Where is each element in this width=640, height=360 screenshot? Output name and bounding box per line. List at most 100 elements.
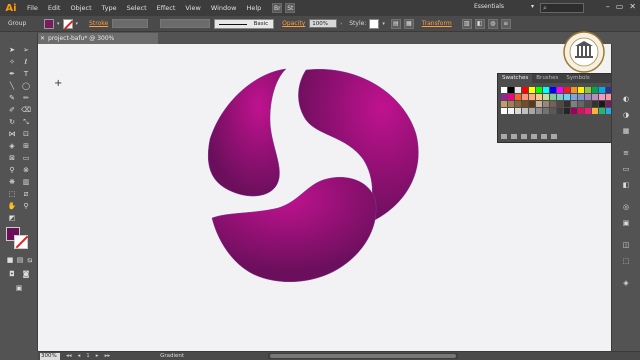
recolor-icon[interactable]: ◍: [487, 18, 498, 29]
chevron-down-icon[interactable]: ▾: [382, 21, 385, 27]
type-tool-icon[interactable]: T: [20, 69, 32, 79]
menu-edit[interactable]: Edit: [43, 4, 66, 12]
swatch-49[interactable]: [508, 108, 514, 114]
swatch-8[interactable]: [557, 87, 563, 93]
close-icon[interactable]: ✕: [40, 33, 45, 44]
width-tool-icon[interactable]: ⋈: [6, 129, 18, 139]
swatch-54[interactable]: [543, 108, 549, 114]
last-artboard-button[interactable]: ▸▸: [105, 353, 111, 359]
maximize-button[interactable]: ▭: [616, 2, 624, 11]
previous-artboard-button[interactable]: ◂: [78, 353, 81, 359]
swatch-3[interactable]: [522, 87, 528, 93]
zoom-field[interactable]: 300%: [40, 352, 60, 360]
menu-effect[interactable]: Effect: [152, 4, 181, 12]
swatch-24[interactable]: [557, 94, 563, 100]
pathfinder-panel-icon[interactable]: ◈: [621, 278, 631, 288]
direct-selection-tool-icon[interactable]: ➢: [20, 45, 32, 55]
swatch-42[interactable]: [571, 101, 577, 107]
menu-help[interactable]: Help: [241, 4, 266, 12]
tab-brushes[interactable]: Brushes: [532, 74, 562, 83]
hand-tool-icon[interactable]: ✋: [6, 201, 18, 211]
slice-tool-icon[interactable]: ⧄: [20, 189, 32, 199]
mesh-tool-icon[interactable]: ⊠: [6, 153, 18, 163]
swatch-19[interactable]: [522, 94, 528, 100]
line-tool-icon[interactable]: ╲: [6, 81, 18, 91]
swatch-14[interactable]: [599, 87, 605, 93]
stroke-color-proxy[interactable]: [14, 235, 28, 249]
swatch-22[interactable]: [543, 94, 549, 100]
artboard-tool-icon[interactable]: ⬚: [6, 189, 18, 199]
current-tool-status[interactable]: Gradient: [160, 353, 184, 359]
preferences-icon[interactable]: ▦: [403, 18, 414, 29]
menu-select[interactable]: Select: [122, 4, 152, 12]
horizontal-scrollbar[interactable]: [268, 353, 458, 359]
screen-mode-icon[interactable]: ▣: [13, 283, 25, 293]
scale-tool-icon[interactable]: ⤡: [20, 117, 32, 127]
transform-link[interactable]: Transform: [422, 20, 452, 27]
swatch-33[interactable]: [508, 101, 514, 107]
graphic-styles-icon[interactable]: ▣: [621, 218, 631, 228]
swatch-6[interactable]: [543, 87, 549, 93]
swatch-5[interactable]: [536, 87, 542, 93]
document-tab[interactable]: ✕ project-bafu* @ 300% (CMYK/Preview): [38, 33, 158, 53]
swatch-libraries-icon[interactable]: [501, 134, 507, 139]
swatch-26[interactable]: [571, 94, 577, 100]
swatch-60[interactable]: [585, 108, 591, 114]
swatch-17[interactable]: [508, 94, 514, 100]
artboard-number[interactable]: 1: [86, 353, 90, 359]
bridge-button[interactable]: Br: [272, 3, 283, 13]
chevron-right-icon[interactable]: ›: [340, 21, 342, 27]
scrollbar-thumb[interactable]: [270, 354, 456, 358]
swatch-37[interactable]: [536, 101, 542, 107]
stock-button[interactable]: St: [285, 3, 296, 13]
artboards-panel-icon[interactable]: ⬚: [621, 256, 631, 266]
chevron-down-icon[interactable]: ▾: [57, 21, 60, 27]
swatch-23[interactable]: [550, 94, 556, 100]
swatch-53[interactable]: [536, 108, 542, 114]
swatch-29[interactable]: [592, 94, 598, 100]
graphic-style-swatch[interactable]: [369, 18, 380, 29]
show-kinds-icon[interactable]: [511, 134, 517, 139]
swatch-41[interactable]: [564, 101, 570, 107]
swatch-25[interactable]: [564, 94, 570, 100]
color-guide-icon[interactable]: ◑: [621, 110, 631, 120]
swatch-40[interactable]: [557, 101, 563, 107]
logo-left-blade[interactable]: [207, 68, 287, 197]
swatch-28[interactable]: [585, 94, 591, 100]
logo-artwork[interactable]: [198, 64, 428, 294]
swatch-57[interactable]: [564, 108, 570, 114]
gradient-tool-icon[interactable]: ▭: [20, 153, 32, 163]
next-artboard-button[interactable]: ▸: [96, 353, 99, 359]
swatch-58[interactable]: [571, 108, 577, 114]
swatch-1[interactable]: [508, 87, 514, 93]
new-group-icon[interactable]: [531, 134, 537, 139]
swatch-options-icon[interactable]: [521, 134, 527, 139]
menu-object[interactable]: Object: [65, 4, 96, 12]
stroke-weight-field[interactable]: [112, 19, 149, 28]
swatch-12[interactable]: [585, 87, 591, 93]
swatch-34[interactable]: [515, 101, 521, 107]
swatch-9[interactable]: [564, 87, 570, 93]
first-artboard-button[interactable]: ◂◂: [66, 353, 72, 359]
transparency-panel-icon[interactable]: ◧: [621, 180, 631, 190]
variable-width-field[interactable]: [160, 19, 211, 28]
swatch-16[interactable]: [501, 94, 507, 100]
menu-window[interactable]: Window: [206, 4, 242, 12]
shape-builder-tool-icon[interactable]: ◈: [6, 141, 18, 151]
swatch-35[interactable]: [522, 101, 528, 107]
stroke-link[interactable]: Stroke: [89, 20, 108, 27]
zoom-tool-icon[interactable]: ⚲: [20, 201, 32, 211]
swatch-48[interactable]: [501, 108, 507, 114]
swatch-56[interactable]: [557, 108, 563, 114]
isolate-group-icon[interactable]: ◧: [474, 18, 485, 29]
swatch-45[interactable]: [592, 101, 598, 107]
lasso-tool-icon[interactable]: ℓ: [20, 57, 32, 67]
swatch-27[interactable]: [578, 94, 584, 100]
ellipse-tool-icon[interactable]: ◯: [20, 81, 32, 91]
draw-normal-icon[interactable]: ◘: [6, 269, 18, 279]
layers-panel-icon[interactable]: ◫: [621, 240, 631, 250]
swatch-39[interactable]: [550, 101, 556, 107]
free-transform-tool-icon[interactable]: ⊡: [20, 129, 32, 139]
swatches-panel-icon[interactable]: ▦: [621, 126, 631, 136]
menu-type[interactable]: Type: [97, 4, 122, 12]
